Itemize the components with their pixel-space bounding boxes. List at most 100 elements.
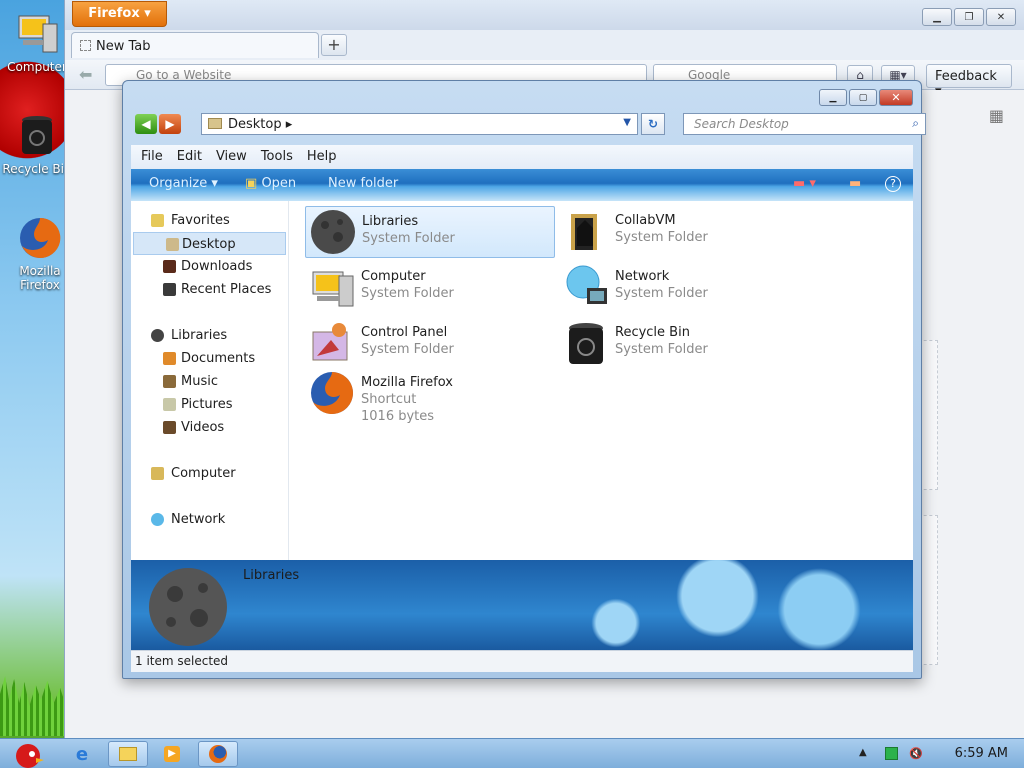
back-icon[interactable]: ◀ bbox=[135, 114, 157, 134]
file-item-libraries[interactable]: Libraries System Folder bbox=[305, 206, 555, 258]
nav-network[interactable]: Network bbox=[131, 508, 288, 531]
volume-muted-icon[interactable]: 🔇 bbox=[909, 747, 923, 760]
media-player-icon: ▶ bbox=[164, 746, 180, 762]
organize-label: Organize bbox=[149, 176, 208, 191]
file-type: System Folder bbox=[362, 231, 455, 246]
firefox-icon bbox=[16, 214, 64, 262]
minimize-icon[interactable]: ▁ bbox=[819, 89, 847, 106]
file-item-mozilla-firefox[interactable]: Mozilla Firefox Shortcut 1016 bytes bbox=[305, 368, 555, 438]
address-bar[interactable]: Desktop ▸ ▼ bbox=[201, 113, 638, 135]
file-item-recycle-bin[interactable]: Recycle Bin System Folder bbox=[559, 318, 809, 370]
menu-tools[interactable]: Tools bbox=[261, 149, 293, 165]
chevron-down-icon[interactable]: ▼ bbox=[623, 117, 631, 128]
file-item-computer[interactable]: Computer System Folder bbox=[305, 262, 555, 314]
menu-file[interactable]: File bbox=[141, 149, 163, 165]
file-type: System Folder bbox=[361, 342, 454, 357]
maximize-icon[interactable]: ❐ bbox=[954, 8, 984, 26]
tab-title: New Tab bbox=[96, 39, 151, 54]
nav-label: Desktop bbox=[182, 237, 236, 252]
desktop-icon bbox=[166, 238, 179, 251]
menu-help[interactable]: Help bbox=[307, 149, 337, 165]
nav-downloads[interactable]: Downloads bbox=[131, 255, 288, 278]
file-type: System Folder bbox=[615, 286, 708, 301]
new-tab-button[interactable]: + bbox=[321, 34, 347, 56]
close-icon[interactable]: ✕ bbox=[986, 8, 1016, 26]
nav-label: Music bbox=[181, 374, 218, 389]
tab-new-tab[interactable]: New Tab bbox=[71, 32, 319, 58]
nav-label: Computer bbox=[171, 466, 236, 481]
network-status-icon[interactable] bbox=[885, 747, 898, 760]
network-icon bbox=[151, 513, 164, 526]
firefox-icon bbox=[209, 745, 227, 763]
tray-expand-icon[interactable]: ▲ bbox=[859, 747, 872, 760]
libraries-large-icon bbox=[149, 568, 227, 646]
nav-computer[interactable]: Computer bbox=[131, 462, 288, 485]
address-row: ◀ ▶ Desktop ▸ ▼ ↻ Search Desktop ⌕ bbox=[135, 113, 926, 137]
details-pane: Libraries bbox=[131, 560, 913, 650]
taskbar-media-player[interactable]: ▶ bbox=[152, 741, 192, 767]
file-item-network[interactable]: Network System Folder bbox=[559, 262, 809, 314]
help-icon[interactable]: ? bbox=[885, 176, 901, 192]
file-name: Control Panel bbox=[361, 325, 448, 340]
open-button[interactable]: ▣ Open bbox=[245, 176, 296, 191]
address-text: Desktop bbox=[228, 117, 282, 132]
menu-view[interactable]: View bbox=[216, 149, 247, 165]
libraries-icon bbox=[151, 329, 164, 342]
file-type: System Folder bbox=[615, 342, 708, 357]
close-icon[interactable]: ✕ bbox=[879, 89, 913, 106]
nav-videos[interactable]: Videos bbox=[131, 416, 288, 439]
file-type: System Folder bbox=[615, 230, 708, 245]
file-item-collabvm[interactable]: CollabVM System Folder bbox=[559, 206, 809, 258]
network-icon bbox=[566, 265, 607, 304]
nav-documents[interactable]: Documents bbox=[131, 347, 288, 370]
taskbar: e ▶ ▲ 🔇 6:59 AM bbox=[0, 738, 1024, 768]
nav-label: Pictures bbox=[181, 397, 233, 412]
clock[interactable]: 6:59 AM bbox=[955, 746, 1008, 761]
organize-button[interactable]: Organize ▾ bbox=[149, 176, 218, 191]
navigation-arrows: ◀ ▶ bbox=[135, 114, 181, 134]
nav-label: Network bbox=[171, 512, 226, 527]
search-icon: ⌕ bbox=[912, 116, 919, 130]
nav-recent-places[interactable]: Recent Places bbox=[131, 278, 288, 301]
downloads-icon bbox=[163, 260, 176, 273]
nav-music[interactable]: Music bbox=[131, 370, 288, 393]
status-text: 1 item selected bbox=[135, 654, 229, 668]
view-options-icon[interactable]: ▬ ▾ bbox=[793, 176, 816, 191]
nav-favorites[interactable]: Favorites bbox=[131, 209, 288, 232]
minimize-icon[interactable]: ▁ bbox=[922, 8, 952, 26]
nav-desktop[interactable]: Desktop bbox=[133, 232, 286, 255]
nav-label: Documents bbox=[181, 351, 256, 366]
control-panel-icon bbox=[312, 323, 348, 361]
firefox-menu-button[interactable]: Firefox ▾ bbox=[72, 1, 167, 27]
nav-libraries[interactable]: Libraries bbox=[131, 324, 288, 347]
folder-open-icon: ▣ bbox=[245, 176, 258, 191]
recycle-bin-icon bbox=[569, 323, 603, 364]
details-item-name: Libraries bbox=[243, 568, 300, 583]
back-arrow-icon[interactable]: ⬅ bbox=[79, 65, 92, 84]
nav-label: Favorites bbox=[171, 213, 230, 228]
feedback-button[interactable]: Feedback ▾ bbox=[926, 64, 1012, 99]
nav-label: Downloads bbox=[181, 259, 253, 274]
taskbar-firefox[interactable] bbox=[198, 741, 238, 767]
desktop-icon-recycle-bin[interactable]: Recycle Bin bbox=[2, 112, 72, 176]
file-type: System Folder bbox=[361, 286, 454, 301]
blank-page-icon bbox=[80, 40, 91, 51]
desktop-icon-computer[interactable]: Computer bbox=[2, 10, 72, 74]
taskbar-explorer[interactable] bbox=[108, 741, 148, 767]
file-item-control-panel[interactable]: Control Panel System Folder bbox=[305, 318, 555, 370]
taskbar-internet-explorer[interactable]: e bbox=[62, 741, 102, 767]
forward-icon[interactable]: ▶ bbox=[159, 114, 181, 134]
file-name: Network bbox=[615, 269, 670, 284]
apps-grid-icon[interactable]: ▦ bbox=[989, 106, 1004, 125]
new-folder-button[interactable]: New folder bbox=[328, 176, 398, 191]
explorer-body: Favorites Desktop Downloads Recent Place… bbox=[131, 201, 913, 560]
start-button[interactable] bbox=[4, 741, 48, 768]
nav-pictures[interactable]: Pictures bbox=[131, 393, 288, 416]
maximize-icon[interactable]: ▢ bbox=[849, 89, 877, 106]
menu-edit[interactable]: Edit bbox=[177, 149, 202, 165]
open-label: Open bbox=[261, 176, 297, 191]
preview-pane-icon[interactable]: ▬ bbox=[849, 176, 861, 191]
search-placeholder: Search Desktop bbox=[694, 117, 789, 131]
refresh-icon[interactable]: ↻ bbox=[641, 113, 665, 135]
search-input[interactable]: Search Desktop ⌕ bbox=[683, 113, 926, 135]
